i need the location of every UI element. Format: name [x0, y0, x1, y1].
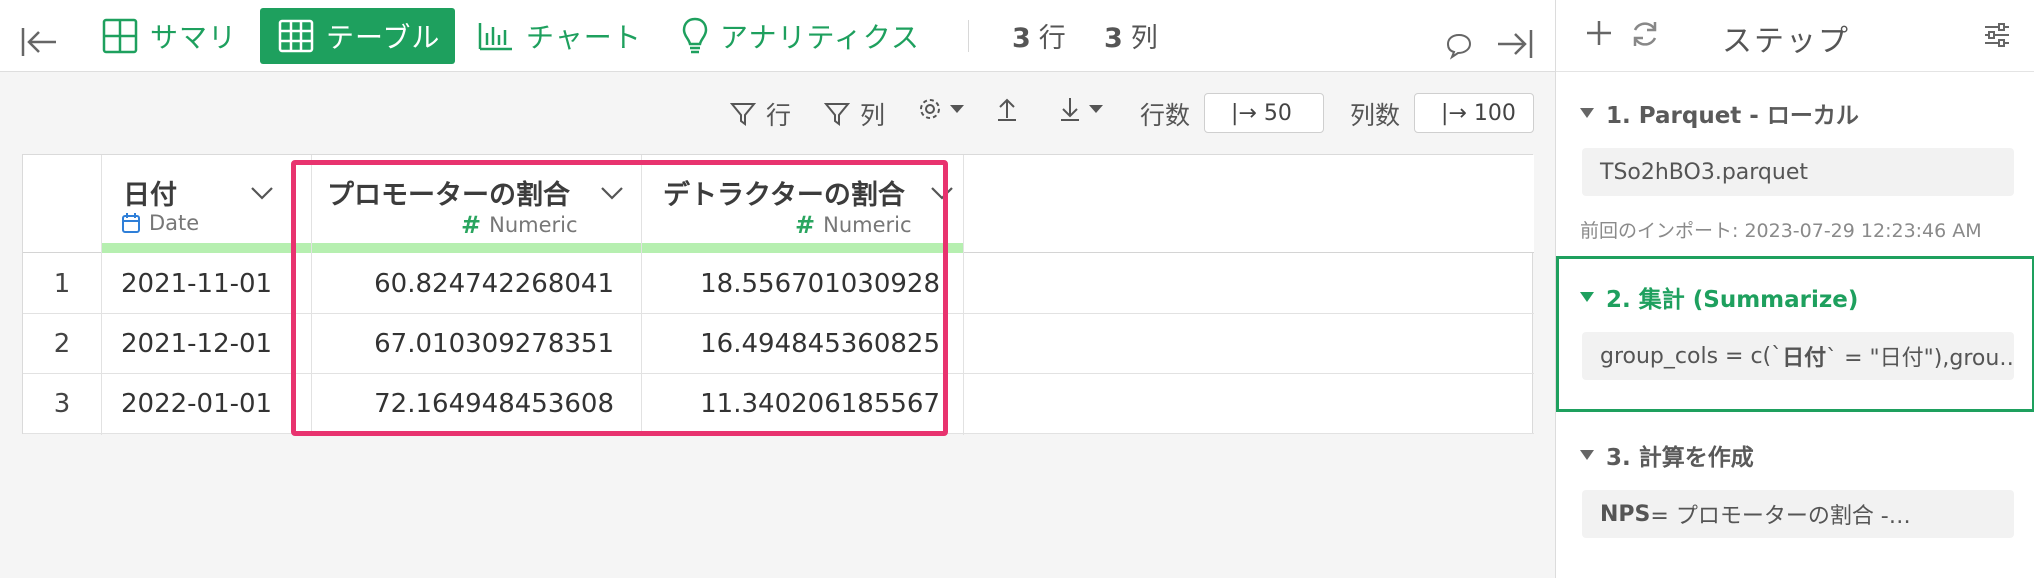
expand-right-button[interactable]	[1496, 16, 1534, 72]
step-content-bold: 日付	[1782, 346, 1827, 371]
cell-date[interactable]: 2021-11-01	[121, 269, 272, 299]
rows-limit-label: 行数	[1140, 101, 1191, 130]
upload-icon	[998, 98, 1016, 121]
gear-icon	[920, 99, 940, 119]
sliders-icon[interactable]	[1982, 20, 2012, 50]
column-count-value: 3	[1104, 23, 1123, 54]
tab-chart-label: チャート	[526, 21, 642, 54]
step-title: 2. 集計 (Summarize)	[1580, 280, 1858, 314]
step-content-suffix: ` = "日付"),grou…	[1826, 346, 2014, 371]
view-toolbar: サマリ テーブル チャート アナリティクス 3行 3列	[0, 0, 1555, 72]
caret-down-icon	[950, 105, 964, 113]
bar-chart-icon	[478, 23, 512, 51]
steps-panel-title: ステップ	[1722, 24, 1850, 59]
step-title: 3. 計算を作成	[1580, 438, 1754, 472]
row-index: 1	[53, 269, 71, 299]
lightbulb-icon	[682, 17, 708, 54]
step-title-text: 2. 集計 (Summarize)	[1606, 287, 1859, 313]
tab-table[interactable]: テーブル	[260, 8, 455, 64]
row-count-unit: 行	[1038, 23, 1066, 54]
row-count: 3行	[1012, 16, 1066, 55]
cell-date[interactable]: 2022-01-01	[121, 389, 272, 419]
download-icon	[1061, 98, 1079, 121]
table-toolbar: 行 列 行数 |→ 50 列数 |→ 100	[0, 72, 1555, 154]
column-count-unit: 列	[1130, 23, 1158, 54]
step-content[interactable]: NPS = プロモーターの割合 -…	[1582, 490, 2014, 538]
row-index: 2	[53, 329, 71, 359]
step-content[interactable]: TSo2hBO3.parquet	[1582, 148, 2014, 196]
caret-down-icon	[1089, 105, 1103, 113]
filter-rows-button[interactable]: 行	[730, 96, 791, 132]
rows-limit-input[interactable]: |→ 50	[1204, 93, 1324, 133]
filter-icon	[730, 103, 756, 126]
column-count: 3列	[1104, 16, 1158, 55]
comment-icon	[1446, 33, 1472, 60]
columns-limit-input[interactable]: |→ 100	[1414, 93, 1534, 133]
upload-button[interactable]	[995, 96, 1019, 122]
column-histogram-bar	[101, 243, 311, 253]
filter-rows-label: 行	[766, 101, 792, 130]
filter-columns-button[interactable]: 列	[824, 96, 885, 132]
tab-analytics[interactable]: アナリティクス	[682, 8, 920, 64]
tab-chart[interactable]: チャート	[478, 8, 642, 64]
step-title-text: 3. 計算を作成	[1606, 445, 1754, 471]
tab-summary-label: サマリ	[150, 21, 238, 54]
caret-down-icon	[1580, 108, 1594, 118]
caret-down-icon	[1580, 450, 1594, 460]
step-content-suffix: = プロモーターの割合 -…	[1650, 504, 1911, 529]
step-content-prefix: group_cols = c(`	[1600, 343, 1783, 369]
filter-columns-label: 列	[860, 101, 886, 130]
step-title-text: 1. Parquet - ローカル	[1606, 103, 1859, 129]
highlight-box	[291, 160, 948, 436]
chevron-down-icon[interactable]	[249, 185, 275, 201]
collapse-left-button[interactable]	[20, 14, 58, 70]
row-index: 3	[53, 389, 71, 419]
step-title: 1. Parquet - ローカル	[1580, 96, 1859, 130]
column-type-label: Date	[149, 211, 200, 235]
refresh-icon[interactable]	[1629, 18, 1661, 50]
cell-date[interactable]: 2021-12-01	[121, 329, 272, 359]
row-count-value: 3	[1012, 23, 1031, 54]
summary-grid-icon	[102, 18, 138, 54]
filter-icon	[824, 103, 850, 126]
column-type: Date	[121, 211, 199, 235]
calendar-icon	[122, 213, 140, 233]
column-header-date[interactable]: 日付 Date	[101, 155, 311, 253]
tab-analytics-label: アナリティクス	[720, 21, 920, 54]
table-settings-button[interactable]	[917, 96, 965, 122]
step-content-bold: NPS	[1600, 501, 1651, 527]
download-button[interactable]	[1058, 96, 1104, 122]
comment-button[interactable]	[1444, 18, 1474, 74]
tab-summary[interactable]: サマリ	[102, 8, 237, 64]
table-icon	[278, 19, 314, 53]
step-content[interactable]: group_cols = c(` 日付 ` = "日付"),grou…	[1582, 332, 2014, 380]
tab-table-label: テーブル	[326, 21, 441, 54]
steps-panel-header: ステップ	[1556, 0, 2034, 72]
steps-panel: ステップ 1. Parquet - ローカル TSo2hBO3.parquet …	[1555, 0, 2034, 578]
column-divider	[963, 155, 964, 435]
column-divider	[101, 155, 102, 435]
column-name: 日付	[123, 180, 177, 211]
collapse-right-icon	[1498, 30, 1533, 58]
collapse-left-icon	[21, 28, 56, 56]
caret-down-icon	[1580, 292, 1594, 302]
toolbar-divider	[968, 20, 969, 52]
step-import-time: 前回のインポート: 2023-07-29 12:23:46 AM	[1580, 220, 1982, 242]
columns-limit-label: 列数	[1350, 101, 1401, 130]
add-step-icon[interactable]	[1584, 18, 1614, 48]
